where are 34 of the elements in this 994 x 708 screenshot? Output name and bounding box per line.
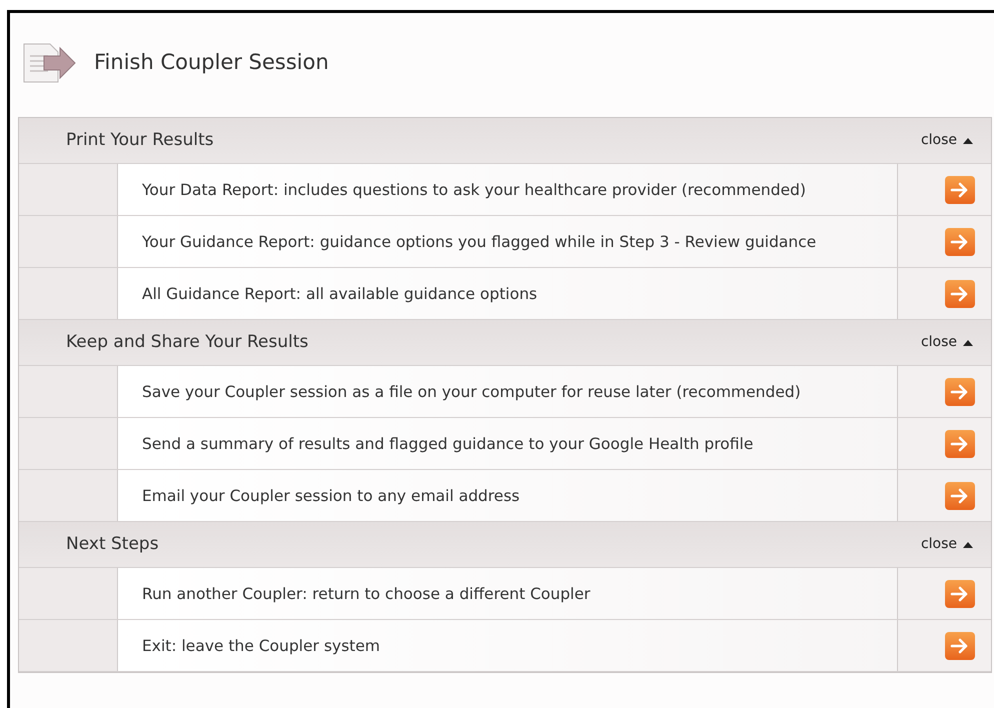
arrow-icon (950, 234, 970, 250)
section-title: Print Your Results (66, 128, 214, 152)
arrow-icon (950, 182, 970, 198)
go-arrow-button[interactable] (945, 228, 975, 256)
page-title: Finish Coupler Session (94, 49, 329, 76)
section-toggle[interactable]: close (920, 130, 973, 151)
up-triangle-icon (963, 542, 973, 548)
arrow-icon (950, 436, 970, 452)
arrow-icon (950, 586, 970, 602)
go-arrow-button[interactable] (945, 632, 975, 660)
arrow-icon (950, 488, 970, 504)
section-title: Keep and Share Your Results (66, 330, 308, 354)
section-toggle[interactable]: close (920, 332, 973, 353)
section-toggle[interactable]: close (920, 534, 973, 555)
option-label: Exit: leave the Coupler system (142, 636, 380, 656)
option-label: Email your Coupler session to any email address (142, 486, 520, 506)
option-label: Your Guidance Report: guidance options you flagged while in Step 3 - Review guidance (142, 232, 816, 252)
go-arrow-button[interactable] (945, 280, 975, 308)
up-triangle-icon (963, 138, 973, 144)
go-arrow-button[interactable] (945, 430, 975, 458)
option-label: Run another Coupler: return to choose a different Coupler (142, 584, 590, 604)
section-title: Next Steps (66, 532, 159, 556)
option-label: Your Data Report: includes questions to ask your healthcare provider (recommended) (142, 180, 806, 200)
arrow-icon (950, 286, 970, 302)
go-arrow-button[interactable] (945, 482, 975, 510)
go-arrow-button[interactable] (945, 378, 975, 406)
option-label: Send a summary of results and flagged guidance to your Google Health profile (142, 434, 754, 454)
arrow-icon (950, 638, 970, 654)
option-label: All Guidance Report: all available guidance options (142, 284, 538, 304)
go-arrow-button[interactable] (945, 580, 975, 608)
go-arrow-button[interactable] (945, 176, 975, 204)
option-label: Save your Coupler session as a file on your computer for reuse later (recommended) (142, 382, 801, 402)
arrow-icon (950, 384, 970, 400)
up-triangle-icon (963, 340, 973, 346)
